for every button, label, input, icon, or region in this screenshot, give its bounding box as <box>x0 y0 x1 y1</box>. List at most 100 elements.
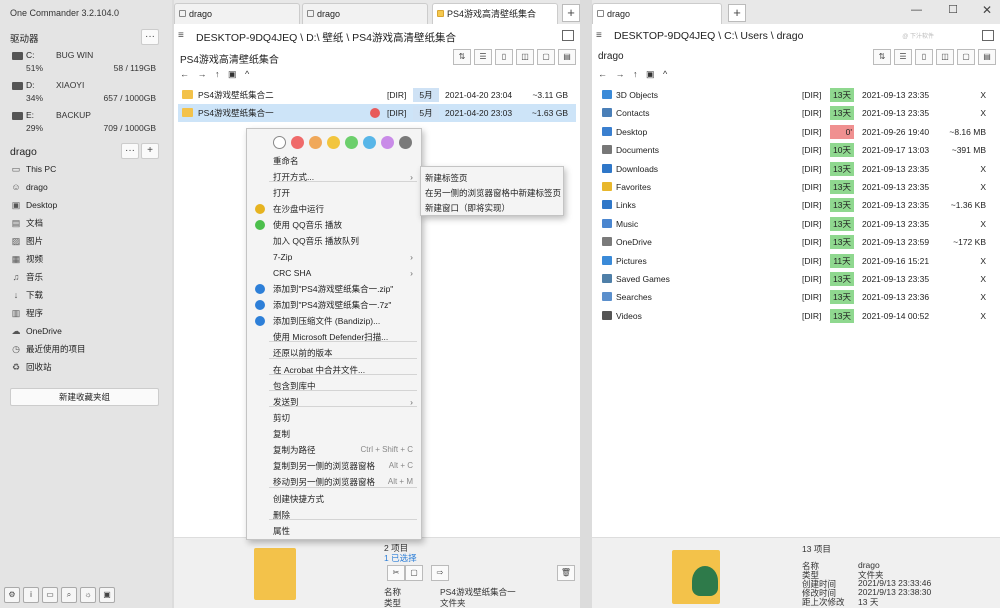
sidebar-item-music[interactable]: ♫ 音乐 <box>10 268 160 286</box>
context-menu-item[interactable]: 移动到另一侧的浏览器窗格 Alt + M <box>247 474 421 490</box>
view-grid-icon[interactable] <box>562 30 574 41</box>
sidebar-item-documents[interactable]: ▤ 文档 <box>10 214 160 232</box>
navigation-buttons[interactable]: ← → ↑ ▣ ^ <box>598 69 670 80</box>
maximize-icon[interactable]: ☐ <box>948 3 958 16</box>
context-menu-item[interactable]: 添加到"PS4游戏壁纸集合一.zip" <box>247 281 421 297</box>
sidebar-item-downloads[interactable]: ↓ 下载 <box>10 286 160 304</box>
context-menu-item[interactable]: 使用 QQ音乐 播放 <box>247 217 421 233</box>
context-menu-item[interactable]: 加入 QQ音乐 播放队列 <box>247 233 421 249</box>
tab-drago-1[interactable]: drago <box>174 3 300 24</box>
context-menu-item[interactable]: 复制 <box>247 426 421 442</box>
color-tag-dot[interactable] <box>327 136 340 149</box>
layout-icon[interactable]: ▭ <box>42 587 58 603</box>
list-item[interactable]: Pictures [DIR] 11天 2021-09-16 15:21 X <box>596 252 996 270</box>
list-item[interactable]: PS4游戏壁纸集合二 [DIR] 5月 2021-04-20 23:04 ~3.… <box>178 86 576 104</box>
list-item[interactable]: 3D Objects [DIR] 13天 2021-09-13 23:35 X <box>596 86 996 104</box>
minimize-icon[interactable]: — <box>911 4 922 16</box>
list-view-icon[interactable]: ☰ <box>894 49 912 65</box>
list-item[interactable]: Links [DIR] 13天 2021-09-13 23:35 ~1.36 KB <box>596 196 996 214</box>
sidebar-item-videos[interactable]: ▦ 视频 <box>10 250 160 268</box>
sidebar-item-pictures[interactable]: ▨ 图片 <box>10 232 160 250</box>
list-item[interactable]: Videos [DIR] 13天 2021-09-14 00:52 X <box>596 307 996 325</box>
path-text[interactable]: DESKTOP-9DQ4JEQ \ D:\ 壁纸 \ PS4游戏高清壁纸集合 <box>196 30 456 45</box>
tab-ps4-wallpapers[interactable]: PS4游戏高清壁纸集合 <box>432 3 558 24</box>
color-tag-dot[interactable] <box>291 136 304 149</box>
new-folder-icon[interactable]: ◫ <box>936 49 954 65</box>
list-item[interactable]: OneDrive [DIR] 13天 2021-09-13 23:59 ~172 KB <box>596 233 996 251</box>
cut-icon[interactable]: ✂ <box>387 565 405 581</box>
view-grid-icon[interactable] <box>982 30 994 41</box>
submenu-new-tab[interactable]: 新建标签页 <box>425 172 468 184</box>
list-item[interactable]: Downloads [DIR] 13天 2021-09-13 23:35 X <box>596 160 996 178</box>
context-menu-item[interactable]: 在 Acrobat 中合并文件... <box>247 362 421 378</box>
new-folder-icon[interactable]: ◫ <box>516 49 534 65</box>
context-menu-item[interactable]: 复制为路径 Ctrl + Shift + C <box>247 442 421 458</box>
list-view-icon[interactable]: ☰ <box>474 49 492 65</box>
context-menu-item[interactable]: 删除 <box>247 507 421 523</box>
list-item[interactable]: Contacts [DIR] 13天 2021-09-13 23:35 X <box>596 104 996 122</box>
path-text[interactable]: DESKTOP-9DQ4JEQ \ C:\ Users \ drago <box>614 30 803 42</box>
search-icon[interactable]: ⌕ <box>61 587 77 603</box>
list-item-selected[interactable]: PS4游戏壁纸集合一 [DIR] 5月 2021-04-20 23:03 ~1.… <box>178 104 576 122</box>
add-favorite-button[interactable]: + <box>141 143 159 159</box>
window-icon[interactable]: ▣ <box>99 587 115 603</box>
sidebar-item-onedrive[interactable]: ☁ OneDrive <box>10 322 160 340</box>
info-icon[interactable]: i <box>23 587 39 603</box>
sidebar-item-recent[interactable]: ◷ 最近使用的项目 <box>10 340 160 358</box>
new-file-icon[interactable]: ▯ <box>915 49 933 65</box>
path-bar[interactable]: ≡ DESKTOP-9DQ4JEQ \ D:\ 壁纸 \ PS4游戏高清壁纸集合 <box>174 27 580 47</box>
color-tag-dot[interactable] <box>309 136 322 149</box>
drive-c[interactable]: C: BUG WIN 51% 58 / 119GB <box>10 50 160 80</box>
theme-icon[interactable]: ☼ <box>80 587 96 603</box>
favorites-more-button[interactable]: ··· <box>121 143 139 159</box>
context-menu-item[interactable]: CRC SHA › <box>247 265 421 281</box>
context-menu-item[interactable]: 发送到 › <box>247 394 421 410</box>
path-bar[interactable]: ≡ DESKTOP-9DQ4JEQ \ C:\ Users \ drago <box>592 27 1000 47</box>
context-menu-item[interactable]: 属性 <box>247 523 421 539</box>
sort-icon[interactable]: ⇅ <box>873 49 891 65</box>
submenu-new-window[interactable]: 新建窗口（即将实现） <box>425 202 510 214</box>
copy-path-icon[interactable]: ▢ <box>537 49 555 65</box>
context-menu-item[interactable]: 添加到"PS4游戏壁纸集合一.7z" <box>247 297 421 313</box>
context-menu-item[interactable]: 打开方式... › <box>247 169 421 185</box>
list-item[interactable]: Desktop [DIR] 0' 2021-09-26 19:40 ~8.16 MB <box>596 123 996 141</box>
settings-icon[interactable]: ⚙ <box>4 587 20 603</box>
context-menu-item[interactable]: 添加到压缩文件 (Bandizip)... <box>247 313 421 329</box>
tab-drago[interactable]: drago <box>592 3 722 24</box>
list-item[interactable]: Searches [DIR] 13天 2021-09-13 23:36 X <box>596 288 996 306</box>
copy-icon[interactable]: ▢ <box>405 565 423 581</box>
menu-icon[interactable]: ≡ <box>596 30 602 41</box>
sidebar-item-programs[interactable]: ▥ 程序 <box>10 304 160 322</box>
sidebar-item-drago[interactable]: ☺ drago <box>10 178 160 196</box>
sidebar-item-recycle-bin[interactable]: ♻ 回收站 <box>10 358 160 376</box>
close-icon[interactable]: ✕ <box>982 3 992 17</box>
context-menu-item[interactable]: 使用 Microsoft Defender扫描... <box>247 329 421 345</box>
color-tag-dot[interactable] <box>273 136 286 149</box>
tab-drago-2[interactable]: drago <box>302 3 428 24</box>
context-menu-item[interactable]: 剪切 <box>247 410 421 426</box>
navigation-buttons[interactable]: ← → ↑ ▣ ^ <box>180 69 252 80</box>
context-menu-item[interactable]: 7-Zip › <box>247 249 421 265</box>
clipboard-icon[interactable]: ▤ <box>558 49 576 65</box>
copy-path-icon[interactable]: ▢ <box>957 49 975 65</box>
context-menu-item[interactable]: 创建快捷方式 <box>247 491 421 507</box>
context-menu-item[interactable]: 重命名 <box>247 153 421 169</box>
new-tab-button[interactable]: + <box>728 4 746 22</box>
delete-icon[interactable]: 🗑 <box>557 565 575 581</box>
sort-icon[interactable]: ⇅ <box>453 49 471 65</box>
clipboard-icon[interactable]: ▤ <box>978 49 996 65</box>
color-tag-dot[interactable] <box>399 136 412 149</box>
context-menu-item[interactable]: 在沙盘中运行 <box>247 201 421 217</box>
context-menu-item[interactable]: 复制到另一侧的浏览器窗格 Alt + C <box>247 458 421 474</box>
send-icon[interactable]: ⇨ <box>431 565 449 581</box>
list-item[interactable]: Favorites [DIR] 13天 2021-09-13 23:35 X <box>596 178 996 196</box>
drive-e[interactable]: E: BACKUP 29% 709 / 1000GB <box>10 110 160 140</box>
new-favorite-group-button[interactable]: 新建收藏夹组 <box>10 388 159 406</box>
color-tag-dot[interactable] <box>381 136 394 149</box>
list-item[interactable]: Music [DIR] 13天 2021-09-13 23:35 X <box>596 215 996 233</box>
list-item[interactable]: Documents [DIR] 10天 2021-09-17 13:03 ~391 MB <box>596 141 996 159</box>
list-item[interactable]: Saved Games [DIR] 13天 2021-09-13 23:35 X <box>596 270 996 288</box>
context-menu-item[interactable]: 还原以前的版本 <box>247 345 421 361</box>
menu-icon[interactable]: ≡ <box>178 30 184 41</box>
drives-more-button[interactable]: ··· <box>141 29 159 45</box>
